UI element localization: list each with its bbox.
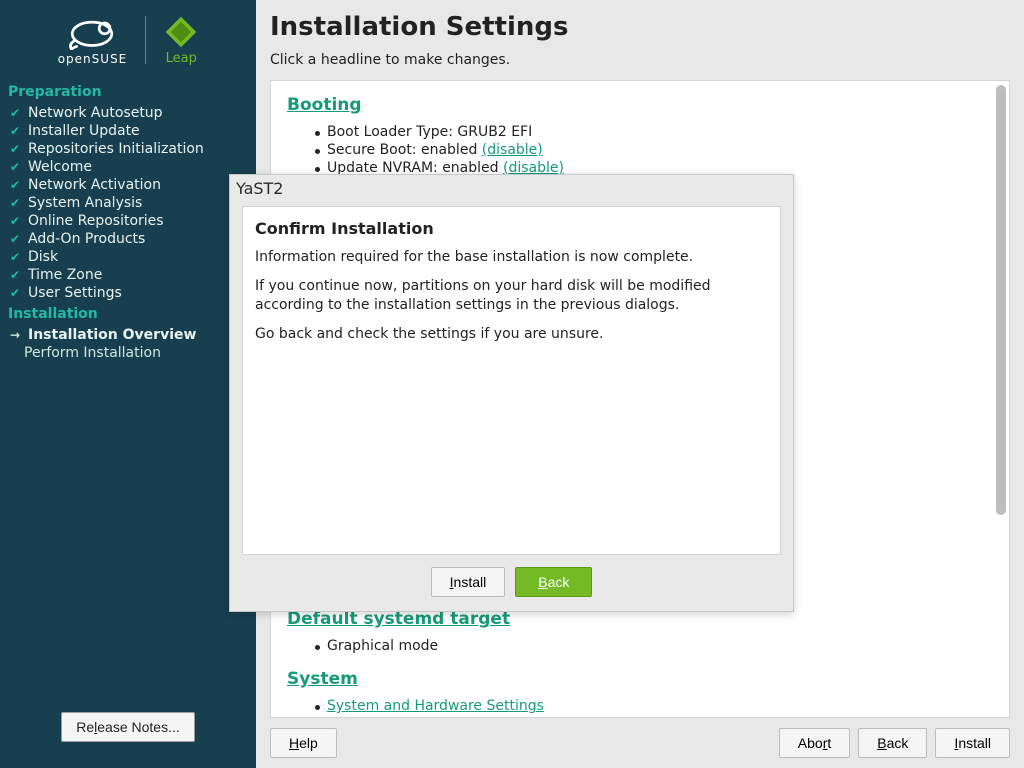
- nav-label: Welcome: [28, 159, 92, 175]
- abort-label: Abort: [798, 735, 831, 751]
- check-icon: ✔: [10, 232, 24, 246]
- confirm-install-dialog: YaST2 Confirm Installation Information r…: [229, 174, 794, 612]
- nav-item-network-autosetup: ✔ Network Autosetup: [8, 104, 248, 122]
- dialog-back-label: Back: [538, 574, 569, 590]
- booting-bullets: Boot Loader Type: GRUB2 EFI Secure Boot:…: [287, 123, 993, 177]
- system-hardware-link[interactable]: System and Hardware Settings: [327, 698, 544, 714]
- install-label: Install: [954, 735, 991, 751]
- nav-label: Online Repositories: [28, 213, 164, 229]
- check-icon: ✔: [10, 250, 24, 264]
- page-title: Installation Settings: [270, 12, 1010, 42]
- nav-label: Add-On Products: [28, 231, 145, 247]
- nav-item-welcome: ✔ Welcome: [8, 158, 248, 176]
- section-booting-title[interactable]: Booting: [287, 95, 362, 115]
- logo-divider: [145, 16, 146, 64]
- abort-button[interactable]: Abort: [779, 728, 850, 758]
- nav-item-user-settings: ✔ User Settings: [8, 284, 248, 302]
- leap-diamond-icon: [164, 15, 198, 49]
- bullet-system-link: System and Hardware Settings: [327, 697, 993, 715]
- release-notes-button[interactable]: Release Notes...: [61, 712, 195, 742]
- back-label: Back: [877, 735, 908, 751]
- label: Secure Boot:: [327, 142, 421, 158]
- dialog-install-label: Install: [450, 574, 487, 590]
- label: Boot Loader Type:: [327, 124, 457, 140]
- release-notes-label: Release Notes...: [76, 719, 180, 735]
- scrollbar-thumb[interactable]: [996, 85, 1006, 515]
- nav-item-installer-update: ✔ Installer Update: [8, 122, 248, 140]
- check-icon: ✔: [10, 142, 24, 156]
- nav-item-time-zone: ✔ Time Zone: [8, 266, 248, 284]
- opensuse-word: openSUSE: [58, 52, 128, 66]
- nav: Preparation ✔ Network Autosetup ✔ Installe…: [0, 80, 256, 362]
- nav-item-system-analysis: ✔ System Analysis: [8, 194, 248, 212]
- nav-item-disk: ✔ Disk: [8, 248, 248, 266]
- section-system-title[interactable]: System: [287, 669, 358, 689]
- nav-item-network-activation: ✔ Network Activation: [8, 176, 248, 194]
- check-icon: ✔: [10, 160, 24, 174]
- check-icon: ✔: [10, 286, 24, 300]
- check-icon: ✔: [10, 178, 24, 192]
- nav-label: Time Zone: [28, 267, 102, 283]
- dialog-heading: Confirm Installation: [255, 219, 768, 238]
- opensuse-logo: openSUSE: [58, 14, 128, 66]
- nav-item-repositories-initialization: ✔ Repositories Initialization: [8, 140, 248, 158]
- footer: Help Abort Back Install: [256, 718, 1024, 768]
- nav-label: Repositories Initialization: [28, 141, 204, 157]
- nav-label: Disk: [28, 249, 58, 265]
- page-subtitle: Click a headline to make changes.: [270, 52, 1010, 68]
- sidebar: openSUSE Leap Preparation ✔ Network Autos…: [0, 0, 256, 768]
- leap-logo: Leap: [164, 15, 198, 66]
- bullet-bootloader: Boot Loader Type: GRUB2 EFI: [327, 123, 993, 141]
- main-header: Installation Settings Click a headline t…: [256, 0, 1024, 74]
- bullet-graphical-mode: Graphical mode: [327, 637, 993, 655]
- section-installation: Installation: [8, 302, 248, 326]
- dialog-back-button[interactable]: Back: [515, 567, 592, 597]
- brand-logos: openSUSE Leap: [0, 6, 256, 80]
- dialog-install-button[interactable]: Install: [431, 567, 506, 597]
- nav-item-add-on-products: ✔ Add-On Products: [8, 230, 248, 248]
- check-icon: ✔: [10, 214, 24, 228]
- help-label: Help: [289, 735, 318, 751]
- nav-item-perform-installation: Perform Installation: [8, 344, 248, 362]
- nav-label: Network Activation: [28, 177, 161, 193]
- arrow-right-icon: →: [10, 328, 24, 342]
- nav-label: Installation Overview: [28, 327, 196, 343]
- check-icon: ✔: [10, 196, 24, 210]
- nav-label: User Settings: [28, 285, 122, 301]
- nav-label: Network Autosetup: [28, 105, 163, 121]
- nav-label: System Analysis: [28, 195, 142, 211]
- secureboot-disable-link[interactable]: (disable): [482, 142, 543, 158]
- nav-label: Installer Update: [28, 123, 140, 139]
- nav-label: Perform Installation: [24, 345, 161, 361]
- value: enabled: [421, 142, 477, 158]
- dialog-p1: Information required for the base instal…: [255, 248, 768, 267]
- nav-item-installation-overview: → Installation Overview: [8, 326, 248, 344]
- value: GRUB2 EFI: [457, 124, 532, 140]
- help-button[interactable]: Help: [270, 728, 337, 758]
- leap-word: Leap: [166, 51, 197, 66]
- check-icon: ✔: [10, 106, 24, 120]
- dialog-footer: Install Back: [230, 565, 793, 611]
- back-button[interactable]: Back: [858, 728, 927, 758]
- dialog-p3: Go back and check the settings if you ar…: [255, 325, 768, 344]
- dialog-window-title: YaST2: [230, 175, 793, 206]
- chameleon-icon: [64, 14, 120, 50]
- dialog-p2: If you continue now, partitions on your …: [255, 277, 768, 315]
- system-bullets: System and Hardware Settings: [287, 697, 993, 715]
- nav-item-online-repositories: ✔ Online Repositories: [8, 212, 248, 230]
- bullet-secureboot: Secure Boot: enabled (disable): [327, 141, 993, 159]
- section-systemd-title[interactable]: Default systemd target: [287, 609, 510, 629]
- systemd-bullets: Graphical mode: [287, 637, 993, 655]
- install-button[interactable]: Install: [935, 728, 1010, 758]
- section-preparation: Preparation: [8, 80, 248, 104]
- check-icon: ✔: [10, 124, 24, 138]
- check-icon: ✔: [10, 268, 24, 282]
- value: Graphical mode: [327, 638, 438, 654]
- dialog-body: Confirm Installation Information require…: [242, 206, 781, 555]
